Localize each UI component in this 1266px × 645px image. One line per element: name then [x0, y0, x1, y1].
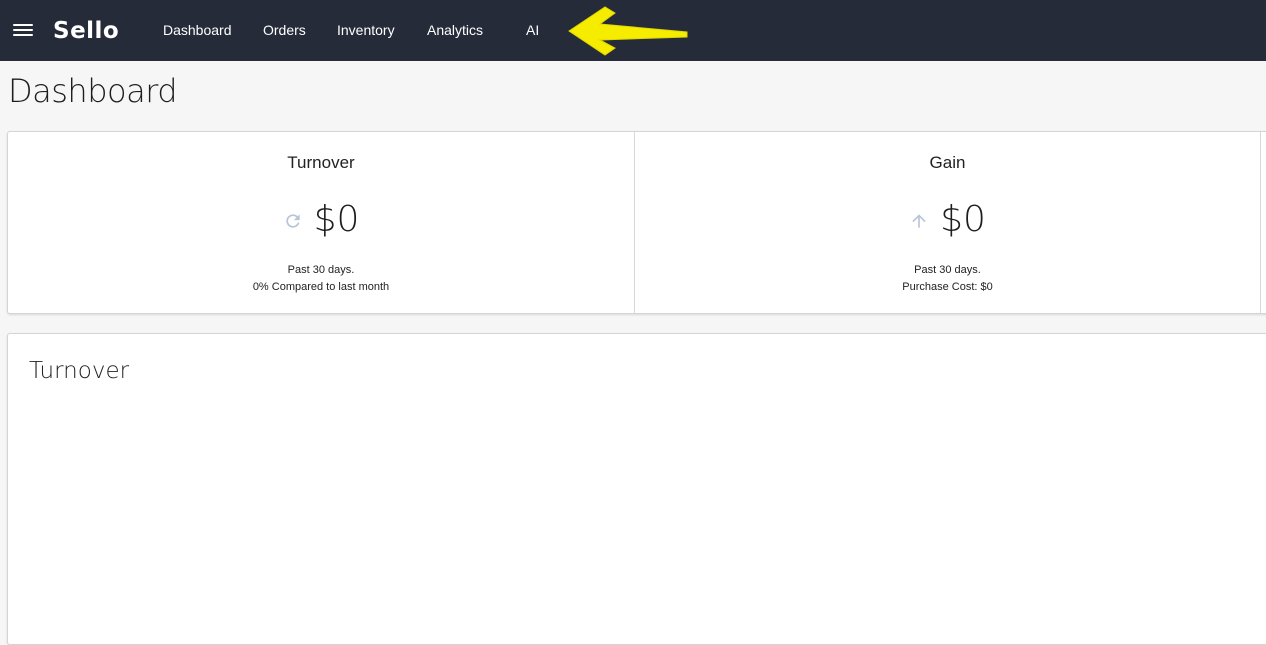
stat-period: Past 30 days. [287, 264, 355, 276]
stat-gain: Gain $0 Past 30 days. Purchase Cost: $0 [635, 132, 1261, 313]
stat-value: $0 [313, 199, 360, 240]
stat-label: Gain [929, 153, 966, 172]
arrow-up-icon [912, 214, 926, 228]
stat-period: Past 30 days. [914, 264, 981, 276]
nav-dashboard[interactable]: Dashboard [163, 19, 232, 41]
refresh-icon [285, 214, 300, 228]
hamburger-menu-icon[interactable] [13, 22, 33, 38]
stats-card: Turnover $0 Past 30 days. 0% Compared to… [7, 131, 1266, 314]
brand-name: Sello [53, 18, 120, 44]
page-title: Dashboard [8, 72, 178, 110]
nav-inventory[interactable]: Inventory [337, 19, 395, 41]
stat-value: $0 [940, 199, 986, 240]
nav-orders[interactable]: Orders [263, 19, 306, 41]
stat-purchase-cost: Purchase Cost: $0 [902, 281, 993, 293]
stat-comparison: 0% Compared to last month [252, 281, 390, 293]
brand-logo[interactable]: Sello [53, 15, 119, 47]
nav-ai[interactable]: AI [526, 19, 539, 41]
annotation-arrow-icon [568, 6, 688, 56]
stat-turnover: Turnover $0 Past 30 days. 0% Compared to… [8, 132, 635, 313]
turnover-chart-card: Turnover [7, 333, 1266, 645]
stat-label: Turnover [287, 153, 355, 172]
nav-analytics[interactable]: Analytics [427, 19, 483, 41]
top-app-bar: Sello Dashboard Orders Inventory Analyti… [0, 0, 1266, 61]
chart-title: Turnover [29, 358, 130, 384]
